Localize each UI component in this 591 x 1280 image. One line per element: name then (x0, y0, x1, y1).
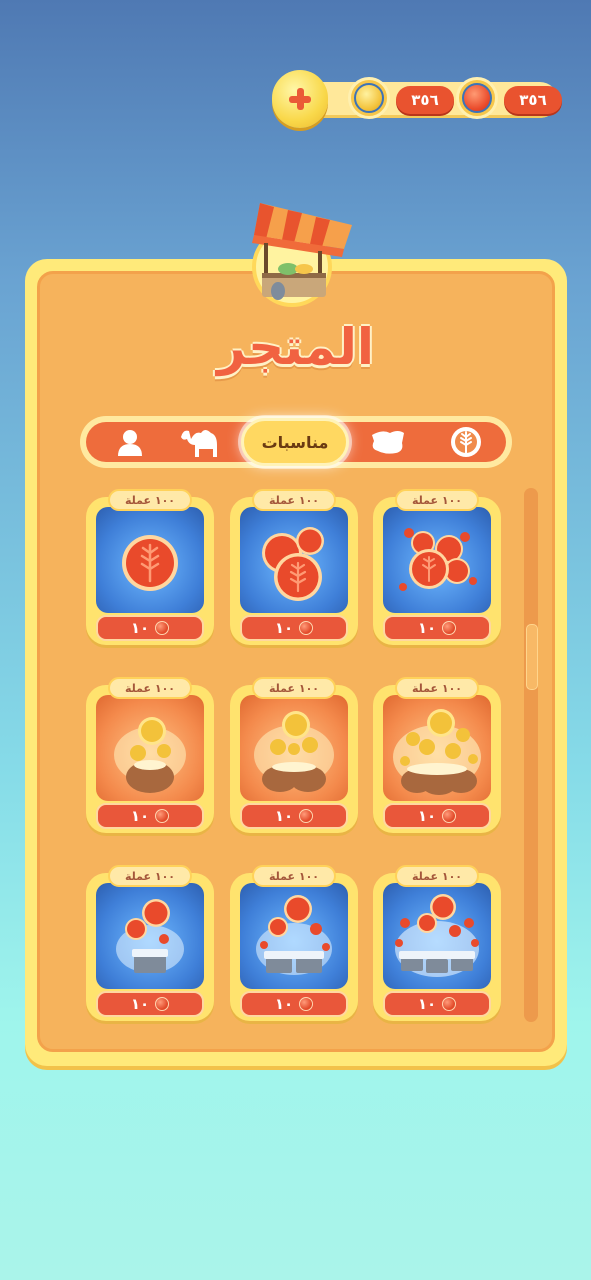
wheat-coin-icon (451, 427, 481, 457)
buy-button[interactable]: ١٠ (383, 615, 491, 641)
gold-coin-icon (348, 77, 390, 119)
tab-wheat-coin[interactable] (436, 422, 496, 462)
price-value: ١٠ (274, 619, 294, 637)
red-coin-chest-small-art (96, 883, 204, 989)
buy-button[interactable]: ١٠ (96, 803, 204, 829)
buy-button[interactable]: ١٠ (96, 991, 204, 1017)
scrollbar-thumb[interactable] (526, 624, 538, 690)
price-value: ١٠ (417, 995, 437, 1013)
red-coin-icon (155, 997, 170, 1011)
shop-item-card[interactable]: ١٠٠ عملة ١٠ (230, 489, 358, 647)
add-currency-button[interactable] (272, 70, 328, 128)
red-coin-icon (442, 621, 457, 635)
gold-coin-bag-large-art (383, 695, 491, 801)
price-value: ١٠ (417, 807, 437, 825)
buy-button[interactable]: ١٠ (383, 803, 491, 829)
buy-button[interactable]: ١٠ (383, 991, 491, 1017)
shop-item-card[interactable]: ١٠٠ عملة ١٠ (373, 865, 501, 1023)
red-coin-chest-medium-art (240, 883, 348, 989)
red-coin-icon (299, 621, 314, 635)
tab-map[interactable] (358, 422, 418, 462)
gold-amount: ٣٥٦ (396, 86, 454, 114)
red-coin-icon (456, 77, 498, 119)
red-coin-few-art (240, 507, 348, 613)
tab-camel[interactable] (170, 422, 230, 462)
red-coin-icon (299, 997, 314, 1011)
red-coin-icon (299, 809, 314, 823)
red-coin-icon (442, 997, 457, 1011)
price-value: ١٠ (417, 619, 437, 637)
red-amount: ٣٥٦ (504, 86, 562, 114)
item-amount-tag: ١٠٠ عملة (395, 489, 479, 511)
item-amount-tag: ١٠٠ عملة (252, 865, 336, 887)
buy-button[interactable]: ١٠ (240, 991, 348, 1017)
price-value: ١٠ (274, 807, 294, 825)
shop-item-card[interactable]: ١٠٠ عملة ١٠ (86, 865, 214, 1023)
red-coin-icon (155, 809, 170, 823)
price-value: ١٠ (130, 807, 150, 825)
shop-title: المتجر (217, 318, 374, 376)
gold-coin-bag-small-art (96, 695, 204, 801)
price-value: ١٠ (130, 995, 150, 1013)
red-coin-icon (155, 621, 170, 635)
buy-button[interactable]: ١٠ (240, 803, 348, 829)
map-icon (372, 431, 404, 454)
item-amount-tag: ١٠٠ عملة (108, 865, 192, 887)
buy-button[interactable]: ١٠ (240, 615, 348, 641)
buy-button[interactable]: ١٠ (96, 615, 204, 641)
red-coin-chest-large-art (383, 883, 491, 989)
shop-item-card[interactable]: ١٠٠ عملة ١٠ (230, 677, 358, 835)
shop-item-card[interactable]: ١٠٠ عملة ١٠ (86, 677, 214, 835)
item-amount-tag: ١٠٠ عملة (108, 489, 192, 511)
red-coin-pile-art (383, 507, 491, 613)
currency-bar: ٣٥٦ ٣٥٦ (272, 70, 562, 128)
shop-item-card[interactable]: ١٠٠ عملة ١٠ (230, 865, 358, 1023)
scrollbar-track[interactable] (524, 488, 538, 1022)
price-value: ١٠ (274, 995, 294, 1013)
profile-icon (118, 430, 142, 456)
item-amount-tag: ١٠٠ عملة (252, 677, 336, 699)
item-amount-tag: ١٠٠ عملة (395, 677, 479, 699)
shop-item-card[interactable]: ١٠٠ عملة ١٠ (86, 489, 214, 647)
tab-events[interactable]: مناسبات (241, 418, 349, 466)
camel-icon (181, 430, 217, 457)
red-coin-icon (442, 809, 457, 823)
red-coin-single-art (96, 507, 204, 613)
price-value: ١٠ (130, 619, 150, 637)
plus-icon (289, 88, 311, 110)
market-stall-icon (248, 195, 368, 307)
item-amount-tag: ١٠٠ عملة (252, 489, 336, 511)
tab-profile[interactable] (100, 422, 160, 462)
item-amount-tag: ١٠٠ عملة (108, 677, 192, 699)
shop-item-card[interactable]: ١٠٠ عملة ١٠ (373, 489, 501, 647)
shop-item-card[interactable]: ١٠٠ عملة ١٠ (373, 677, 501, 835)
gold-coin-bag-medium-art (240, 695, 348, 801)
item-amount-tag: ١٠٠ عملة (395, 865, 479, 887)
